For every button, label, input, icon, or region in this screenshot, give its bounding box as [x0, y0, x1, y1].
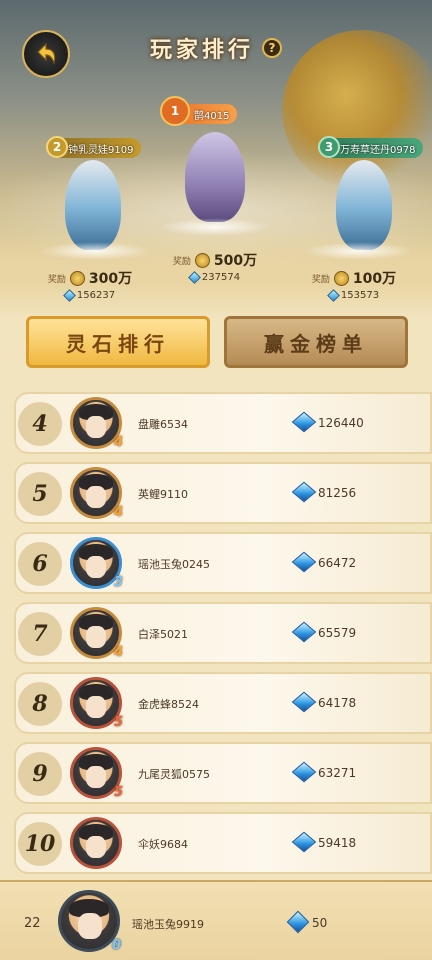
reward-amount: 300万 — [88, 271, 133, 287]
score: 81256 — [318, 486, 357, 500]
player-name: 九尾灵狐0575 — [138, 768, 210, 781]
score: 64178 — [318, 696, 357, 710]
coin-icon — [333, 270, 349, 286]
list-item[interactable]: 6 3 瑶池玉兔0245 66472 — [14, 532, 432, 594]
avatar[interactable] — [70, 817, 122, 869]
player-name: 金虎蜂8524 — [138, 698, 199, 711]
gem-icon — [291, 831, 317, 853]
player-name: 钟乳灵娃9109 — [68, 144, 134, 156]
avatar[interactable]: 3 — [70, 537, 123, 590]
gem-icon — [286, 910, 310, 934]
gem-icon — [291, 411, 317, 433]
player-name: 伞妖9684 — [138, 838, 188, 851]
tab-winnings-board[interactable]: 赢金榜单 — [224, 316, 408, 368]
player-name: 鹊4015 — [194, 110, 230, 122]
score: 237574 — [201, 271, 241, 283]
avatar-level: 4 — [113, 645, 123, 660]
ranking-tabs: 灵石排行 赢金榜单 — [0, 316, 432, 370]
my-rank-number: 22 — [24, 916, 41, 931]
gem-icon — [327, 288, 340, 302]
coin-icon — [194, 252, 210, 268]
score: 153573 — [340, 289, 380, 301]
hero-character — [65, 160, 121, 250]
player-name: 白泽5021 — [138, 628, 188, 641]
reward-label: 奖励 — [172, 256, 191, 267]
score: 63271 — [318, 766, 357, 780]
score: 156237 — [76, 289, 116, 301]
podium-rank-1[interactable]: 鹊4015 1 奖励 500万 237574 — [150, 92, 280, 292]
my-rank-row[interactable]: 22 0 瑶池玉兔9919 50 — [0, 880, 432, 960]
avatar[interactable]: 5 — [70, 677, 123, 730]
player-name: 万寿草还丹0978 — [340, 144, 416, 156]
list-item[interactable]: 8 5 金虎蜂8524 64178 — [14, 672, 432, 734]
rank-number: 8 — [32, 691, 48, 717]
avatar-level: 0 — [111, 938, 121, 953]
list-item[interactable]: 10 伞妖9684 59418 — [14, 812, 432, 874]
pedestal — [160, 218, 270, 236]
list-item[interactable]: 5 4 英鲤9110 81256 — [14, 462, 432, 524]
reward-amount: 500万 — [213, 253, 258, 269]
reward-box: 奖励 300万 156237 — [30, 268, 150, 306]
player-name: 英鲤9110 — [138, 488, 188, 501]
score: 59418 — [318, 836, 357, 850]
rank-badge: 2 — [46, 136, 68, 158]
avatar-level: 4 — [113, 435, 123, 450]
avatar[interactable]: 4 — [70, 397, 123, 450]
gem-icon — [291, 761, 317, 783]
reward-box: 奖励 100万 153573 — [294, 268, 414, 306]
list-item[interactable]: 9 5 九尾灵狐0575 63271 — [14, 742, 432, 804]
coin-icon — [69, 270, 85, 286]
list-item[interactable]: 7 4 白泽5021 65579 — [14, 602, 432, 664]
my-player-name: 瑶池玉兔9919 — [132, 918, 204, 931]
rank-number: 10 — [24, 831, 56, 857]
gem-icon — [291, 621, 317, 643]
gem-icon — [63, 288, 76, 302]
avatar[interactable]: 4 — [70, 467, 123, 520]
avatar[interactable]: 4 — [70, 607, 123, 660]
avatar-level: 5 — [113, 715, 123, 730]
page-header: 玩家排行 ? — [0, 30, 432, 66]
rank-badge: 3 — [318, 136, 340, 158]
rank-number: 4 — [32, 411, 48, 437]
avatar[interactable]: 5 — [70, 747, 123, 800]
gem-icon — [291, 481, 317, 503]
score: 66472 — [318, 556, 357, 570]
gem-icon — [291, 691, 317, 713]
pedestal — [304, 242, 414, 260]
rank-number: 7 — [32, 621, 48, 647]
my-avatar[interactable]: 0 — [58, 890, 121, 953]
gem-icon — [188, 270, 201, 284]
hero-character — [185, 132, 245, 222]
reward-box: 奖励 500万 237574 — [155, 250, 275, 288]
podium-rank-2[interactable]: 钟乳灵娃9109 2 奖励 300万 156237 — [10, 130, 160, 310]
score: 65579 — [318, 626, 357, 640]
player-name: 瑶池玉兔0245 — [138, 558, 210, 571]
rank-number: 6 — [32, 551, 48, 577]
tab-spirit-stone-ranking[interactable]: 灵石排行 — [26, 316, 210, 368]
gem-icon — [291, 551, 317, 573]
rank-number: 9 — [32, 761, 48, 787]
reward-label: 奖励 — [47, 274, 66, 285]
avatar-level: 5 — [113, 785, 123, 800]
reward-amount: 100万 — [352, 271, 397, 287]
podium-rank-3[interactable]: 万寿草还丹0978 3 奖励 100万 153573 — [284, 130, 432, 310]
list-item[interactable]: 4 4 盘雕6534 126440 — [14, 392, 432, 454]
avatar-level: 4 — [113, 505, 123, 520]
my-score: 50 — [312, 916, 328, 930]
rank-badge: 1 — [160, 96, 190, 126]
reward-label: 奖励 — [311, 274, 330, 285]
question-mark-icon[interactable]: ? — [262, 38, 282, 58]
rank-number: 5 — [32, 481, 48, 507]
hero-character — [336, 160, 392, 250]
avatar-level: 3 — [113, 575, 123, 590]
score: 126440 — [318, 416, 364, 430]
page-title: 玩家排行 — [149, 37, 254, 63]
player-name: 盘雕6534 — [138, 418, 188, 431]
pedestal — [40, 242, 150, 260]
